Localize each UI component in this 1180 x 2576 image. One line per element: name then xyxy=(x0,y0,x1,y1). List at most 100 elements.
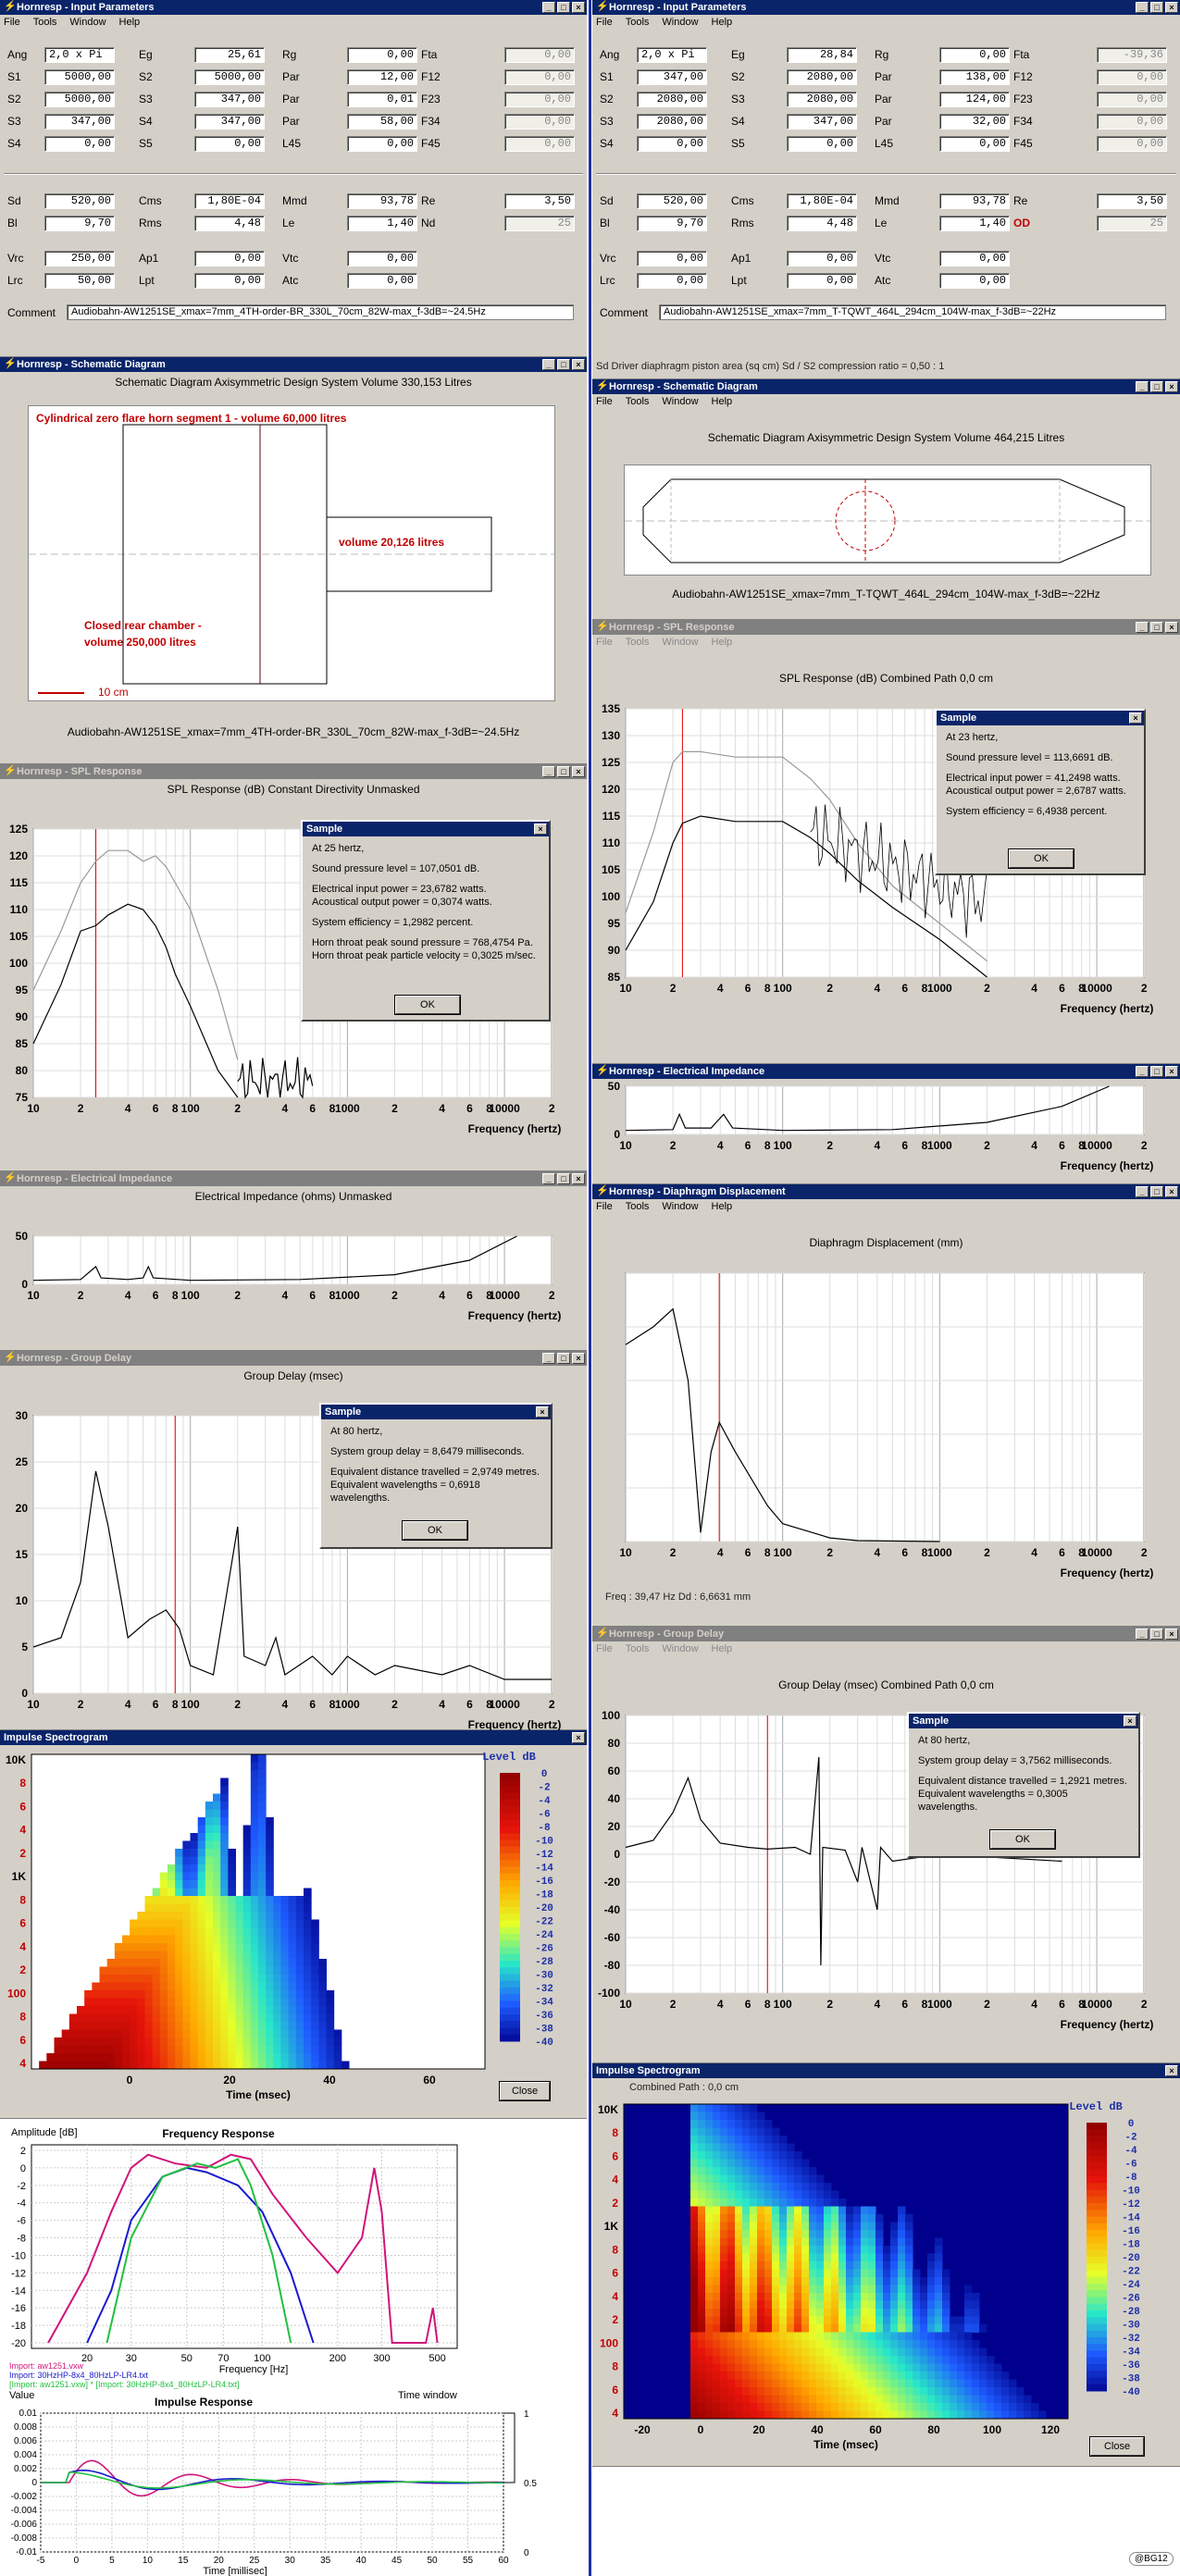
param-field-par[interactable]: 124,00 xyxy=(939,92,1010,107)
param-field-f12[interactable]: 0,00 xyxy=(504,69,575,85)
menu-window[interactable]: Window xyxy=(662,1641,698,1657)
close-button[interactable]: × xyxy=(572,766,585,777)
param-field-vrc[interactable]: 250,00 xyxy=(44,251,115,266)
close-button[interactable]: × xyxy=(572,1732,585,1743)
param-field-eg[interactable]: 28,84 xyxy=(787,47,857,63)
param-field-sd[interactable]: 520,00 xyxy=(44,193,115,209)
menu-help[interactable]: Help xyxy=(712,1199,733,1215)
param-field-le[interactable]: 1,40 xyxy=(939,216,1010,231)
param-field-s4[interactable]: 0,00 xyxy=(637,136,707,152)
title-bar[interactable]: Impulse Spectrogram × xyxy=(592,2063,1180,2078)
minimize-button[interactable]: _ xyxy=(542,1173,555,1184)
param-field-fta[interactable]: 0,00 xyxy=(504,47,575,63)
close-button[interactable]: × xyxy=(1165,622,1178,633)
menu-tools[interactable]: Tools xyxy=(626,1641,650,1657)
dialog-close-button[interactable]: × xyxy=(536,1406,549,1418)
param-field-mmd[interactable]: 93,78 xyxy=(939,193,1010,209)
title-bar[interactable]: ⚡ Hornresp - Diaphragm Displacement _ □ × xyxy=(592,1184,1180,1199)
param-field-cms[interactable]: 1,80E-04 xyxy=(787,193,857,209)
param-field-mmd[interactable]: 93,78 xyxy=(347,193,417,209)
maximize-button[interactable]: □ xyxy=(1150,1629,1163,1640)
close-button[interactable]: × xyxy=(1165,381,1178,392)
param-field-lrc[interactable]: 50,00 xyxy=(44,273,115,289)
menu-help[interactable]: Help xyxy=(119,15,141,31)
maximize-button[interactable]: □ xyxy=(557,2,570,13)
title-bar[interactable]: ⚡ Hornresp - Input Parameters _ □ × xyxy=(0,0,587,15)
param-field-s5[interactable]: 0,00 xyxy=(194,136,265,152)
minimize-button[interactable]: _ xyxy=(542,2,555,13)
param-field-s4[interactable]: 0,00 xyxy=(44,136,115,152)
param-field-s1[interactable]: 347,00 xyxy=(637,69,707,85)
title-bar[interactable]: ⚡ Hornresp - Group Delay _ □ × xyxy=(0,1351,587,1366)
minimize-button[interactable]: _ xyxy=(542,359,555,370)
ok-button[interactable]: OK xyxy=(989,1829,1056,1850)
menu-window[interactable]: Window xyxy=(69,15,106,31)
minimize-button[interactable]: _ xyxy=(542,766,555,777)
menu-tools[interactable]: Tools xyxy=(626,15,650,31)
param-field-lpt[interactable]: 0,00 xyxy=(787,273,857,289)
close-button[interactable]: × xyxy=(1165,1629,1178,1640)
param-field-od[interactable]: 25 xyxy=(1097,216,1167,231)
maximize-button[interactable]: □ xyxy=(1150,1186,1163,1197)
param-field-s3[interactable]: 347,00 xyxy=(194,92,265,107)
menu-file[interactable]: File xyxy=(596,1199,613,1215)
menu-file[interactable]: File xyxy=(596,1641,613,1657)
menu-help[interactable]: Help xyxy=(712,15,733,31)
param-field-atc[interactable]: 0,00 xyxy=(347,273,417,289)
param-field-ang[interactable]: 2,0 x Pi xyxy=(44,47,115,63)
param-field-s3[interactable]: 2080,00 xyxy=(787,92,857,107)
param-field-s4[interactable]: 347,00 xyxy=(787,114,857,130)
menu-file[interactable]: File xyxy=(4,15,20,31)
param-field-atc[interactable]: 0,00 xyxy=(939,273,1010,289)
ok-button[interactable]: OK xyxy=(1008,848,1074,869)
menu-window[interactable]: Window xyxy=(662,15,698,31)
menu-window[interactable]: Window xyxy=(662,1199,698,1215)
param-field-re[interactable]: 3,50 xyxy=(1097,193,1167,209)
param-field-rg[interactable]: 0,00 xyxy=(939,47,1010,63)
param-field-lrc[interactable]: 0,00 xyxy=(637,273,707,289)
param-field-par[interactable]: 32,00 xyxy=(939,114,1010,130)
title-bar[interactable]: ⚡ Hornresp - Schematic Diagram _ □ × xyxy=(592,379,1180,394)
param-field-sd[interactable]: 520,00 xyxy=(637,193,707,209)
param-field-vtc[interactable]: 0,00 xyxy=(347,251,417,266)
param-field-s2[interactable]: 5000,00 xyxy=(44,92,115,107)
minimize-button[interactable]: _ xyxy=(1136,622,1149,633)
comment-field[interactable]: Audiobahn-AW1251SE_xmax=7mm_T-TQWT_464L_… xyxy=(659,304,1166,320)
close-button[interactable]: × xyxy=(572,359,585,370)
close-button[interactable]: × xyxy=(1165,2,1178,13)
param-field-s3[interactable]: 2080,00 xyxy=(637,114,707,130)
param-field-nd[interactable]: 25 xyxy=(504,216,575,231)
title-bar[interactable]: ⚡ Hornresp - Group Delay _ □ × xyxy=(592,1627,1180,1641)
param-field-par[interactable]: 0,01 xyxy=(347,92,417,107)
minimize-button[interactable]: _ xyxy=(1136,1066,1149,1077)
param-field-f45[interactable]: 0,00 xyxy=(504,136,575,152)
param-field-s3[interactable]: 347,00 xyxy=(44,114,115,130)
menu-tools[interactable]: Tools xyxy=(626,635,650,650)
title-bar[interactable]: ⚡ Hornresp - Electrical Impedance _ □ × xyxy=(0,1171,587,1186)
menu-help[interactable]: Help xyxy=(712,1641,733,1657)
param-field-rms[interactable]: 4,48 xyxy=(194,216,265,231)
menu-tools[interactable]: Tools xyxy=(626,394,650,410)
param-field-s2[interactable]: 2080,00 xyxy=(787,69,857,85)
param-field-ang[interactable]: 2,0 x Pi xyxy=(637,47,707,63)
close-button[interactable]: × xyxy=(1165,2065,1178,2076)
maximize-button[interactable]: □ xyxy=(1150,622,1163,633)
minimize-button[interactable]: _ xyxy=(1136,1629,1149,1640)
close-button[interactable]: × xyxy=(1165,1066,1178,1077)
menu-help[interactable]: Help xyxy=(712,635,733,650)
param-field-f34[interactable]: 0,00 xyxy=(504,114,575,130)
close-button[interactable]: × xyxy=(1165,1186,1178,1197)
param-field-s5[interactable]: 0,00 xyxy=(787,136,857,152)
title-bar[interactable]: Impulse Spectrogram × xyxy=(0,1730,587,1745)
maximize-button[interactable]: □ xyxy=(1150,2,1163,13)
minimize-button[interactable]: _ xyxy=(1136,381,1149,392)
close-spectrogram-button[interactable]: Close xyxy=(1089,2436,1145,2457)
maximize-button[interactable]: □ xyxy=(1150,1066,1163,1077)
minimize-button[interactable]: _ xyxy=(1136,2,1149,13)
param-field-f34[interactable]: 0,00 xyxy=(1097,114,1167,130)
title-bar[interactable]: ⚡ Hornresp - Electrical Impedance _ □ × xyxy=(592,1064,1180,1079)
menu-file[interactable]: File xyxy=(596,635,613,650)
param-field-bl[interactable]: 9,70 xyxy=(637,216,707,231)
param-field-lpt[interactable]: 0,00 xyxy=(194,273,265,289)
close-spectrogram-button[interactable]: Close xyxy=(499,2081,551,2101)
